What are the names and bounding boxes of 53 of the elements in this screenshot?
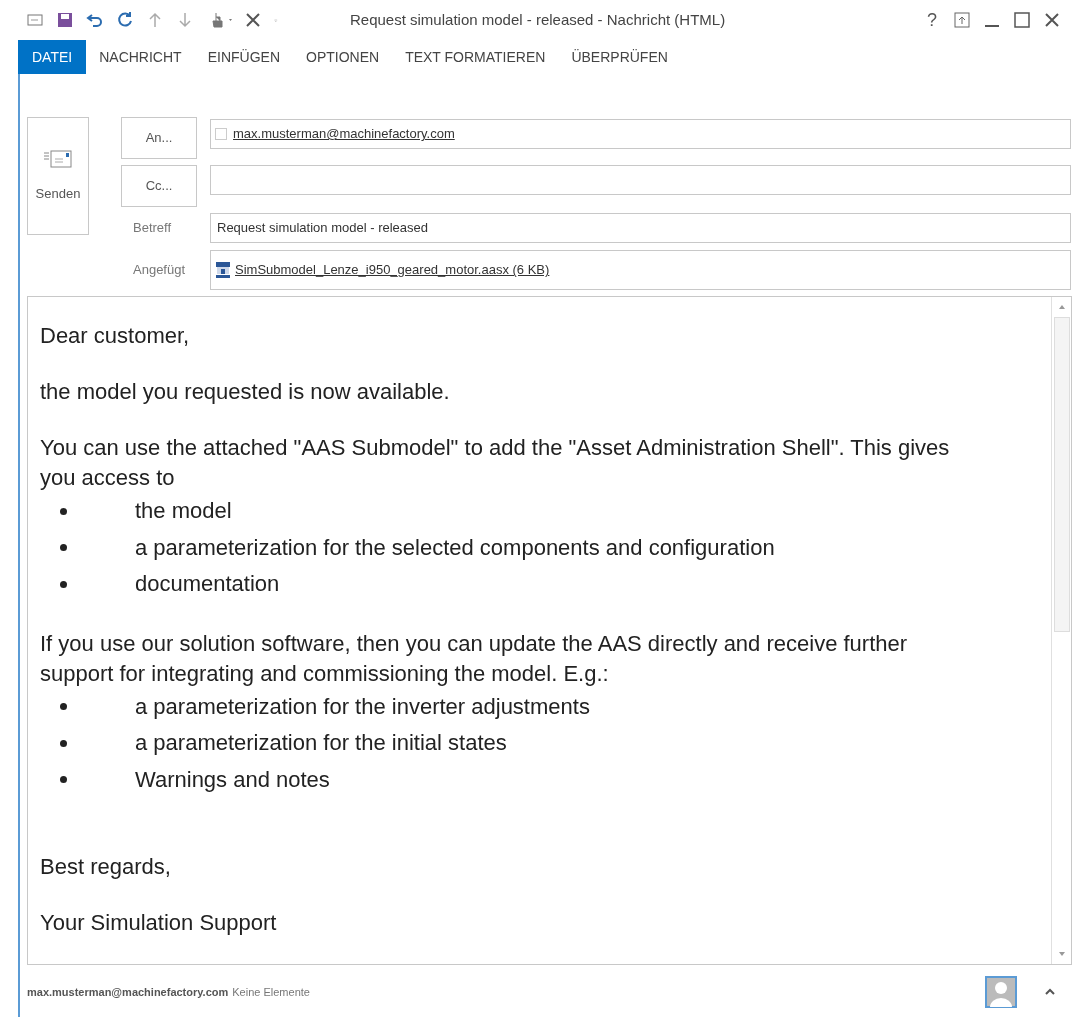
ribbon-tab[interactable]: OPTIONEN (293, 40, 393, 74)
list-item: Warnings and notes (135, 765, 330, 794)
list-item: documentation (135, 570, 280, 599)
sender-address: max.musterman@machinefactory.com (27, 984, 229, 1000)
window-title: Request simulation model - released - Nachricht (HTML) (350, 9, 726, 30)
help-button[interactable]: ? (923, 6, 941, 34)
body-text: Your Simulation Support (40, 909, 278, 937)
body-text: If you use our solution software, then you can update the AAS directly and receive further support for integrating and commissioning the model. E.g.: (40, 629, 909, 688)
list-item: the model (135, 497, 232, 526)
maximize-icon[interactable] (1013, 11, 1031, 29)
cc-field[interactable] (210, 165, 1071, 195)
checkbox-icon (215, 128, 227, 140)
message-editor[interactable] (27, 296, 1072, 965)
avatar-icon[interactable] (985, 976, 1017, 1008)
to-field[interactable]: max.musterman@machinefactory.com (210, 119, 1071, 149)
close-icon[interactable] (244, 11, 262, 29)
arrow-down-icon[interactable] (176, 11, 194, 29)
list-item: a parameterization for the initial states (135, 729, 507, 758)
redo-icon[interactable] (116, 11, 134, 29)
body-text: the model you requested is now available. (40, 378, 451, 406)
scrollbar[interactable] (1051, 297, 1071, 964)
envelope-icon (43, 148, 73, 171)
undo-icon[interactable] (86, 11, 104, 29)
save-icon[interactable] (56, 11, 74, 29)
file-icon (215, 261, 231, 279)
subject-field[interactable]: Request simulation model - released (210, 213, 1071, 243)
envelope-icon[interactable] (26, 11, 44, 29)
scroll-thumb[interactable] (1053, 317, 1070, 632)
bullet-icon (60, 703, 67, 711)
list-item: a parameterization for the selected components and configuration (135, 533, 775, 562)
to-button[interactable]: An... (121, 117, 197, 159)
bullet-icon (60, 580, 67, 588)
bullet-icon (60, 544, 67, 552)
recipient-link[interactable]: max.musterman@machinefactory.com (233, 124, 455, 144)
bullet-icon (60, 507, 67, 515)
body-text: Dear customer, (40, 322, 191, 350)
attachment-link[interactable]: SimSubmodel_Lenze_i950_geared_motor.aasx (6 KB) (235, 260, 550, 280)
bullet-icon (60, 739, 67, 747)
bullet-icon (60, 776, 67, 784)
list-item: a parameterization for the inverter adjustments (135, 692, 590, 721)
body-text: Best regards, (40, 853, 172, 881)
send-button[interactable]: Senden (27, 117, 89, 235)
ribbon-tab[interactable]: NACHRICHT (86, 40, 195, 74)
ribbon-tab[interactable]: TEXT FORMATIEREN (392, 40, 559, 74)
close-icon[interactable] (1043, 11, 1061, 29)
subject-label: Betreff (132, 219, 173, 238)
status-text: Keine Elemente (232, 984, 310, 1000)
ribbon-tab[interactable]: ÜBERPRÜFEN (558, 40, 681, 74)
ribbon-tab[interactable]: EINFÜGEN (194, 40, 293, 74)
ribbon-display-icon[interactable] (953, 11, 971, 29)
cc-button[interactable]: Cc... (121, 165, 197, 207)
attached-label: Angefügt (132, 261, 187, 280)
ribbon-tab[interactable]: DATEI (18, 40, 87, 74)
